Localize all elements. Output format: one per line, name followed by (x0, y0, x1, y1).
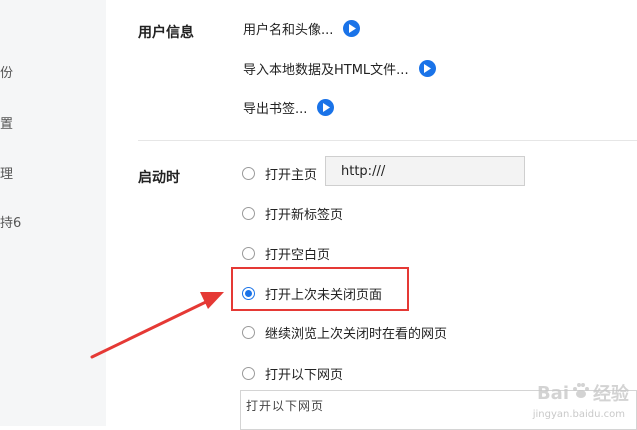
annotation-arrow-icon (90, 292, 224, 359)
watermark-brand: Bai (536, 382, 569, 404)
watermark-brand-suffix: 经验 (593, 384, 629, 405)
watermark-logo: Bai 经验 (537, 380, 629, 406)
watermark-url: jingyan.baidu.com (532, 409, 625, 420)
paw-icon (571, 381, 591, 406)
